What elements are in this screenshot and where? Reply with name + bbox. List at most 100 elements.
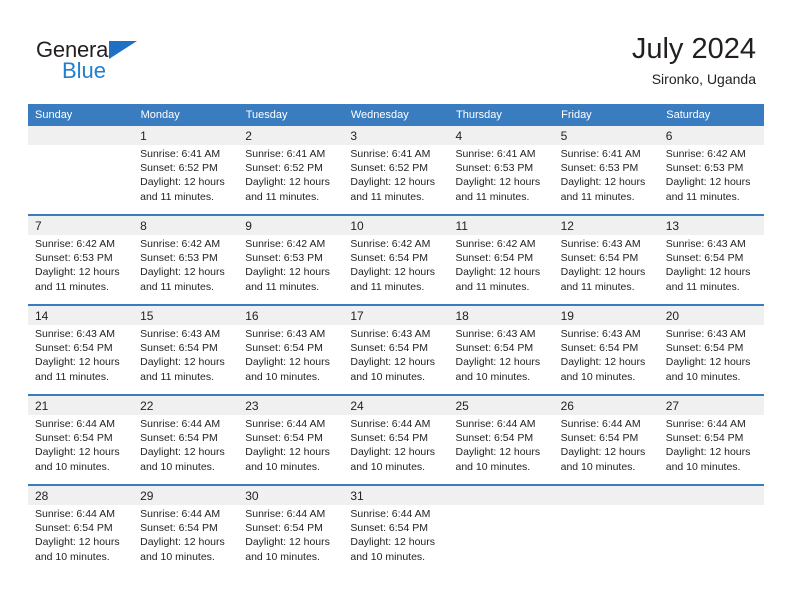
- day-cell[interactable]: Sunrise: 6:41 AM Sunset: 6:52 PM Dayligh…: [343, 145, 449, 215]
- daylight-text-line2: and 11 minutes.: [140, 190, 215, 203]
- day-number[interactable]: 20: [658, 304, 764, 325]
- daylight-text-line1: Daylight: 12 hours: [245, 446, 330, 459]
- day-cell[interactable]: Sunrise: 6:44 AM Sunset: 6:54 PM Dayligh…: [133, 505, 239, 575]
- day-cell[interactable]: [658, 505, 764, 575]
- day-number[interactable]: 25: [448, 394, 554, 415]
- day-cell[interactable]: Sunrise: 6:41 AM Sunset: 6:52 PM Dayligh…: [133, 145, 239, 215]
- day-number[interactable]: 26: [553, 394, 659, 415]
- day-number[interactable]: 3: [343, 126, 449, 145]
- day-number[interactable]: 15: [133, 304, 239, 325]
- day-cell[interactable]: Sunrise: 6:44 AM Sunset: 6:54 PM Dayligh…: [553, 415, 659, 485]
- day-cell[interactable]: Sunrise: 6:41 AM Sunset: 6:52 PM Dayligh…: [238, 145, 344, 215]
- day-cell[interactable]: Sunrise: 6:42 AM Sunset: 6:53 PM Dayligh…: [238, 235, 344, 305]
- sunrise-text: Sunrise: 6:44 AM: [35, 508, 115, 520]
- sunrise-text: Sunrise: 6:41 AM: [245, 148, 326, 160]
- day-number[interactable]: 30: [238, 484, 344, 505]
- sunset-text: Sunset: 6:53 PM: [665, 162, 744, 175]
- day-cell[interactable]: [553, 505, 659, 575]
- day-number[interactable]: 1: [133, 126, 239, 145]
- day-number[interactable]: 7: [28, 214, 134, 235]
- day-number[interactable]: 4: [448, 126, 554, 145]
- day-cell[interactable]: Sunrise: 6:43 AM Sunset: 6:54 PM Dayligh…: [658, 235, 764, 305]
- day-number[interactable]: 21: [28, 394, 134, 415]
- day-cell[interactable]: Sunrise: 6:44 AM Sunset: 6:54 PM Dayligh…: [343, 505, 449, 575]
- sunset-text: Sunset: 6:54 PM: [665, 342, 744, 355]
- day-number[interactable]: 5: [553, 126, 659, 145]
- page-title: July 2024: [631, 33, 756, 65]
- day-cell[interactable]: Sunrise: 6:43 AM Sunset: 6:54 PM Dayligh…: [238, 325, 344, 395]
- sunrise-text: Sunrise: 6:43 AM: [560, 238, 641, 250]
- sunrise-text: Sunrise: 6:44 AM: [245, 508, 326, 520]
- day-cell[interactable]: Sunrise: 6:42 AM Sunset: 6:54 PM Dayligh…: [448, 235, 554, 305]
- daylight-text-line2: and 10 minutes.: [350, 550, 426, 563]
- sunrise-text: Sunrise: 6:44 AM: [245, 418, 326, 430]
- day-number[interactable]: 29: [133, 484, 239, 505]
- day-cell[interactable]: Sunrise: 6:41 AM Sunset: 6:53 PM Dayligh…: [553, 145, 659, 215]
- triangle-icon: [109, 41, 137, 59]
- day-number[interactable]: 17: [343, 304, 449, 325]
- day-number[interactable]: 18: [448, 304, 554, 325]
- day-number[interactable]: [553, 484, 659, 505]
- day-number[interactable]: 12: [553, 214, 659, 235]
- day-number[interactable]: [658, 484, 764, 505]
- day-number[interactable]: 24: [343, 394, 449, 415]
- day-number[interactable]: 22: [133, 394, 239, 415]
- day-cell[interactable]: Sunrise: 6:43 AM Sunset: 6:54 PM Dayligh…: [28, 325, 134, 395]
- daylight-text-line2: and 11 minutes.: [350, 280, 425, 293]
- day-cell[interactable]: Sunrise: 6:42 AM Sunset: 6:53 PM Dayligh…: [28, 235, 134, 305]
- sunset-text: Sunset: 6:54 PM: [35, 432, 113, 445]
- day-cell[interactable]: Sunrise: 6:43 AM Sunset: 6:54 PM Dayligh…: [553, 235, 659, 305]
- day-cell[interactable]: [448, 505, 554, 575]
- title-block: July 2024 Sironko, Uganda: [632, 32, 756, 88]
- day-cell[interactable]: Sunrise: 6:44 AM Sunset: 6:54 PM Dayligh…: [448, 415, 554, 485]
- sunrise-text: Sunrise: 6:43 AM: [665, 238, 746, 250]
- day-number[interactable]: 11: [448, 214, 554, 235]
- daylight-text-line1: Daylight: 12 hours: [35, 536, 120, 549]
- daylight-text-line2: and 10 minutes.: [350, 370, 426, 383]
- week-info-row: Sunrise: 6:43 AM Sunset: 6:54 PM Dayligh…: [28, 325, 764, 395]
- day-number[interactable]: 9: [238, 214, 344, 235]
- daylight-text-line1: Daylight: 12 hours: [35, 446, 120, 459]
- day-cell[interactable]: Sunrise: 6:43 AM Sunset: 6:54 PM Dayligh…: [448, 325, 554, 395]
- day-cell[interactable]: Sunrise: 6:44 AM Sunset: 6:54 PM Dayligh…: [133, 415, 239, 485]
- sunset-text: Sunset: 6:54 PM: [455, 252, 534, 265]
- day-cell[interactable]: Sunrise: 6:44 AM Sunset: 6:54 PM Dayligh…: [238, 505, 344, 575]
- day-number[interactable]: 16: [238, 304, 344, 325]
- day-cell[interactable]: Sunrise: 6:42 AM Sunset: 6:53 PM Dayligh…: [658, 145, 764, 215]
- day-cell[interactable]: Sunrise: 6:44 AM Sunset: 6:54 PM Dayligh…: [28, 415, 134, 485]
- day-cell[interactable]: Sunrise: 6:42 AM Sunset: 6:54 PM Dayligh…: [343, 235, 449, 305]
- sunset-text: Sunset: 6:53 PM: [140, 252, 218, 265]
- sunset-text: Sunset: 6:54 PM: [245, 432, 323, 445]
- sunrise-text: Sunrise: 6:43 AM: [665, 328, 746, 340]
- day-number[interactable]: 10: [343, 214, 449, 235]
- day-number[interactable]: 27: [658, 394, 764, 415]
- day-number[interactable]: 23: [238, 394, 344, 415]
- day-cell[interactable]: Sunrise: 6:43 AM Sunset: 6:54 PM Dayligh…: [343, 325, 449, 395]
- day-cell[interactable]: Sunrise: 6:44 AM Sunset: 6:54 PM Dayligh…: [238, 415, 344, 485]
- sunrise-text: Sunrise: 6:43 AM: [560, 328, 641, 340]
- day-number[interactable]: 19: [553, 304, 659, 325]
- day-number[interactable]: [28, 126, 134, 145]
- day-cell[interactable]: Sunrise: 6:43 AM Sunset: 6:54 PM Dayligh…: [133, 325, 239, 395]
- day-number[interactable]: 31: [343, 484, 449, 505]
- day-number[interactable]: [448, 484, 554, 505]
- day-cell[interactable]: Sunrise: 6:44 AM Sunset: 6:54 PM Dayligh…: [28, 505, 134, 575]
- day-number[interactable]: 14: [28, 304, 134, 325]
- daylight-text-line1: Daylight: 12 hours: [245, 536, 330, 549]
- day-cell[interactable]: Sunrise: 6:43 AM Sunset: 6:54 PM Dayligh…: [553, 325, 659, 395]
- day-cell[interactable]: [28, 145, 134, 215]
- day-number[interactable]: 28: [28, 484, 134, 505]
- day-cell[interactable]: Sunrise: 6:42 AM Sunset: 6:53 PM Dayligh…: [133, 235, 239, 305]
- general-blue-logo[interactable]: General Blue: [36, 38, 156, 84]
- day-cell[interactable]: Sunrise: 6:43 AM Sunset: 6:54 PM Dayligh…: [658, 325, 764, 395]
- daylight-text-line1: Daylight: 12 hours: [350, 176, 436, 189]
- day-number[interactable]: 2: [238, 126, 344, 145]
- day-number[interactable]: 13: [658, 214, 764, 235]
- day-cell[interactable]: Sunrise: 6:44 AM Sunset: 6:54 PM Dayligh…: [343, 415, 449, 485]
- day-number[interactable]: 8: [133, 214, 239, 235]
- day-cell[interactable]: Sunrise: 6:44 AM Sunset: 6:54 PM Dayligh…: [658, 415, 764, 485]
- weekday-header-monday: Monday: [133, 104, 239, 126]
- day-cell[interactable]: Sunrise: 6:41 AM Sunset: 6:53 PM Dayligh…: [448, 145, 554, 215]
- page-header: General Blue July 2024 Sironko, Uganda: [0, 0, 792, 103]
- day-number[interactable]: 6: [658, 126, 764, 145]
